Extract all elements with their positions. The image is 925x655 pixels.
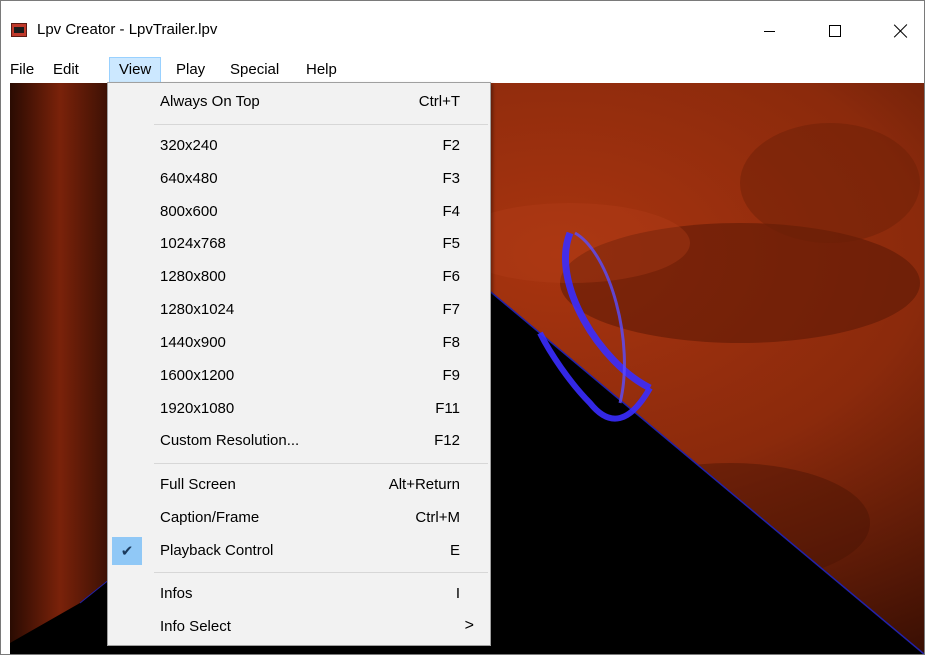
chevron-right-icon: > [464, 617, 474, 634]
checkmark-icon: ✔ [120, 543, 134, 560]
menu-item-shortcut: F9 [442, 367, 460, 384]
menu-item-1440x900[interactable]: 1440x900 F8 [110, 327, 488, 359]
menu-item-320x240[interactable]: 320x240 F2 [110, 130, 488, 162]
menu-item-label: Custom Resolution... [160, 432, 300, 449]
menu-item-800x600[interactable]: 800x600 F4 [110, 196, 488, 228]
menu-item-infos[interactable]: Infos I [110, 578, 488, 610]
window-title: Lpv Creator - LpvTrailer.lpv [37, 21, 218, 38]
minimize-button[interactable] [746, 5, 792, 57]
menu-item-shortcut: Ctrl+T [418, 93, 460, 110]
menu-bar: File Edit View Play Special Help [1, 57, 924, 83]
menu-separator [154, 572, 488, 573]
menu-item-1280x1024[interactable]: 1280x1024 F7 [110, 294, 488, 326]
menu-item-640x480[interactable]: 640x480 F3 [110, 163, 488, 195]
menu-item-label: 320x240 [160, 137, 218, 154]
menu-item-shortcut: F6 [442, 268, 460, 285]
menu-item-1920x1080[interactable]: 1920x1080 F11 [110, 393, 488, 425]
menu-item-label: 800x600 [160, 203, 218, 220]
menu-item-1280x800[interactable]: 1280x800 F6 [110, 261, 488, 293]
menu-item-1600x1200[interactable]: 1600x1200 F9 [110, 360, 488, 392]
menu-item-full-screen[interactable]: Full Screen Alt+Return [110, 469, 488, 501]
menu-item-label: Infos [160, 585, 193, 602]
menu-item-label: 1280x800 [160, 268, 226, 285]
menu-item-label: Full Screen [160, 476, 236, 493]
title-bar[interactable]: Lpv Creator - LpvTrailer.lpv [1, 1, 924, 57]
close-icon [894, 24, 908, 38]
menu-item-shortcut: F11 [435, 400, 460, 417]
menu-item-info-select[interactable]: Info Select > [110, 611, 488, 643]
menu-item-shortcut: I [455, 585, 460, 602]
menu-special[interactable]: Special [221, 57, 288, 83]
maximize-button[interactable] [812, 5, 858, 57]
menu-item-label: 1920x1080 [160, 400, 235, 417]
menu-item-label: Info Select [160, 618, 231, 635]
menu-item-shortcut: E [449, 542, 460, 559]
menu-item-playback-control[interactable]: ✔ Playback Control E [110, 535, 488, 567]
menu-item-always-on-top[interactable]: Always On Top Ctrl+T [110, 86, 488, 118]
menu-play[interactable]: Play [167, 57, 214, 83]
menu-item-label: 1600x1200 [160, 367, 235, 384]
menu-view[interactable]: View [109, 57, 162, 83]
menu-item-shortcut: F8 [442, 334, 460, 351]
menu-item-label: Always On Top [160, 93, 260, 110]
menu-edit[interactable]: Edit [44, 57, 88, 83]
menu-item-shortcut: F3 [442, 170, 460, 187]
lpv-creator-app-icon[interactable] [11, 23, 27, 37]
menu-item-shortcut: Ctrl+M [415, 509, 460, 526]
menu-item-label: Caption/Frame [160, 509, 260, 526]
menu-item-shortcut: F7 [442, 301, 460, 318]
menu-item-label: 1024x768 [160, 235, 226, 252]
menu-item-caption-frame[interactable]: Caption/Frame Ctrl+M [110, 502, 488, 534]
menu-item-shortcut: F5 [442, 235, 460, 252]
close-button[interactable] [878, 5, 924, 57]
menu-item-1024x768[interactable]: 1024x768 F5 [110, 228, 488, 260]
menu-item-label: 1440x900 [160, 334, 226, 351]
checkmark-indicator: ✔ [112, 537, 142, 565]
menu-file[interactable]: File [1, 57, 43, 83]
menu-item-label: 640x480 [160, 170, 218, 187]
menu-separator [154, 124, 488, 125]
menu-item-shortcut: F4 [442, 203, 460, 220]
menu-item-shortcut: F2 [442, 137, 460, 154]
menu-item-custom-resolution[interactable]: Custom Resolution... F12 [110, 425, 488, 457]
minimize-icon [763, 30, 775, 32]
menu-item-label: Playback Control [160, 542, 274, 559]
menu-item-shortcut: Alt+Return [388, 476, 460, 493]
menu-item-label: 1280x1024 [160, 301, 235, 318]
view-menu-dropdown: Always On Top Ctrl+T 320x240 F2 640x480 … [107, 82, 491, 646]
maximize-icon [829, 25, 841, 37]
menu-item-shortcut: F12 [434, 432, 460, 449]
menu-separator [154, 463, 488, 464]
menu-help[interactable]: Help [297, 57, 346, 83]
